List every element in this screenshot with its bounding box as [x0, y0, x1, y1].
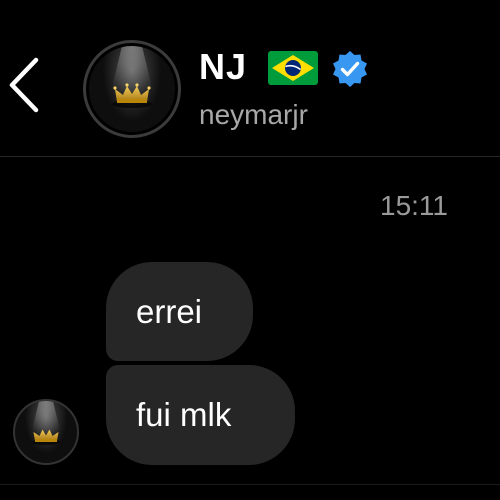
message-timestamp: 15:11 — [380, 190, 448, 221]
chat-header: NJ neymarjr — [0, 0, 500, 157]
back-button[interactable] — [2, 52, 46, 118]
chevron-left-icon — [9, 57, 39, 113]
message-bubble[interactable]: fui mlk — [106, 365, 295, 465]
profile-avatar[interactable] — [83, 40, 181, 138]
bottom-divider — [0, 484, 500, 485]
profile-username[interactable]: neymarjr — [199, 99, 308, 131]
chat-screen: NJ neymarjr 15:11 errei fui mlk — [0, 0, 500, 500]
crown-icon — [30, 401, 62, 445]
profile-avatar-image — [89, 46, 175, 132]
message-text: fui mlk — [136, 396, 232, 433]
message-bubble[interactable]: errei — [106, 262, 253, 361]
sender-avatar[interactable] — [13, 399, 79, 465]
verified-badge-icon — [333, 51, 367, 87]
brazil-flag-icon — [268, 51, 318, 85]
profile-name: NJ — [199, 46, 248, 87]
message-text: errei — [136, 292, 203, 330]
header-divider — [0, 156, 500, 157]
crown-icon — [109, 46, 155, 108]
